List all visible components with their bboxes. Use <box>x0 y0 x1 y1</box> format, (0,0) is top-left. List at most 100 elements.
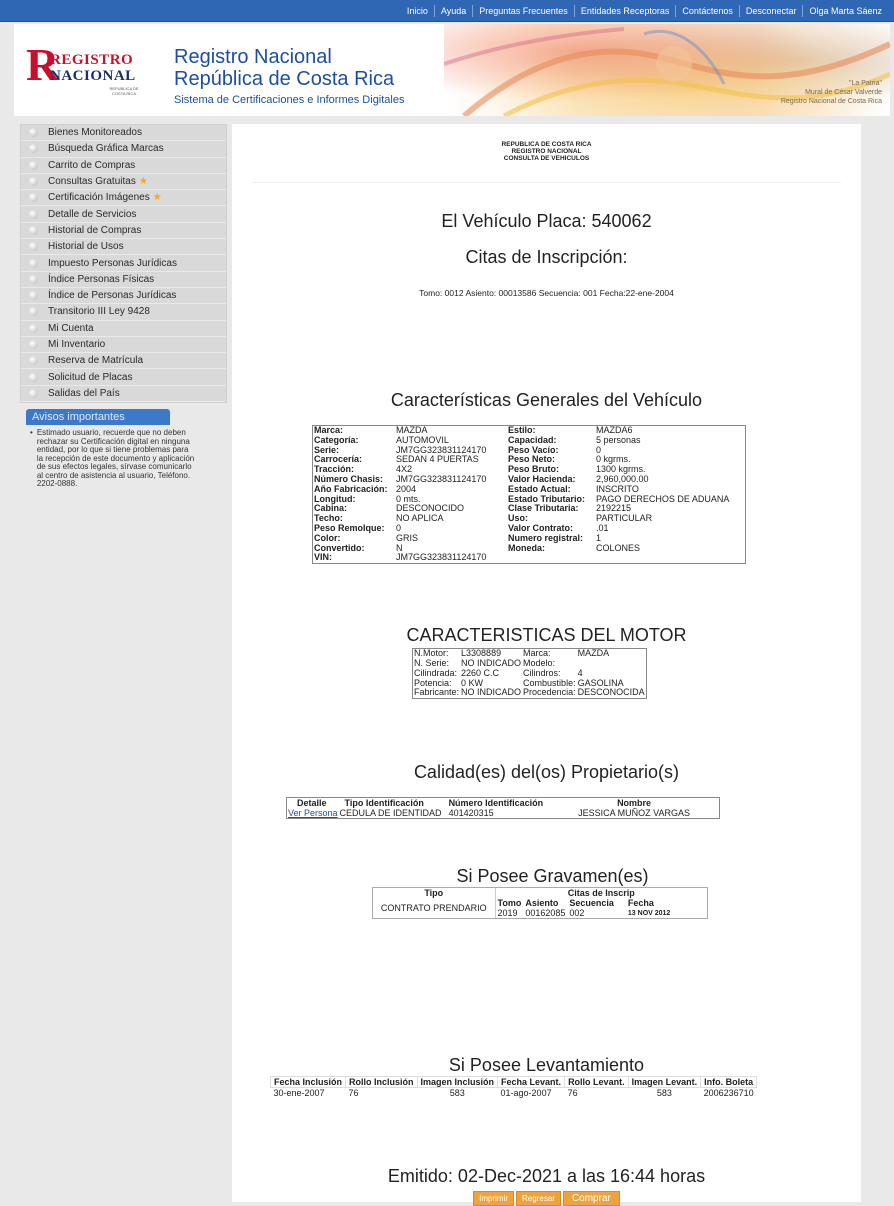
sidebar-item-14[interactable]: Reserva de Matrícula <box>21 353 226 370</box>
nav-link-1[interactable]: Ayuda <box>433 4 472 17</box>
sidebar-item-13[interactable]: Mi Inventario <box>21 337 226 354</box>
header-country: República de Costa Rica <box>174 68 395 90</box>
sidebar: Bienes Monitoreados Búsqueda Gráfica Marc… <box>20 124 227 489</box>
sidebar-item-12[interactable]: Mi Cuenta <box>21 321 226 337</box>
sidebar-item-11[interactable]: Transitorio III Ley 9428 <box>21 304 226 321</box>
table-row: 30-ene-2007 76 583 01-ago-2007 76 583 20062367… <box>273 1088 754 1099</box>
kv-row: VIN: JM7GG323831124170 <box>314 552 487 563</box>
citas-title: Citas de Inscripción: <box>465 247 628 267</box>
citas-text: Tomo: 0012 Asiento: 00013586 Secuencia: … <box>419 288 674 298</box>
sidebar-item-16[interactable]: Salidas del País <box>21 386 226 403</box>
sidebar-item-label: Certificación Imágenes <box>48 192 150 204</box>
sidebar-item-label: Historial de Usos <box>48 241 124 253</box>
avisos-body: • Estimado usuario, recuerde que no deben… <box>30 428 195 489</box>
sidebar-item-label: Solicitud de Placas <box>48 371 133 383</box>
ver-persona-link[interactable]: Ver Persona <box>288 808 338 818</box>
sidebar-menu: Bienes Monitoreados Búsqueda Gráfica Marc… <box>20 124 227 404</box>
imprimir-button[interactable]: Imprimir <box>473 1191 515 1206</box>
sidebar-item-label: Carrito de Compras <box>48 159 136 171</box>
sidebar-item-label: Índice Personas Físicas <box>48 273 155 285</box>
bullet-icon <box>29 258 38 268</box>
star-icon: ★ <box>138 176 148 188</box>
sidebar-item-label: Detalle de Servicios <box>48 208 137 220</box>
avisos-header: Avisos importantes <box>26 409 170 426</box>
registro-logo[interactable]: R REGISTRO NACIONAL REPUBLICA DE COSTA R… <box>24 40 164 97</box>
sidebar-item-15[interactable]: Solicitud de Placas <box>21 369 226 386</box>
sidebar-item-3[interactable]: Consultas Gratuitas ★ <box>21 174 226 191</box>
motor-title: CARACTERISTICAS DEL MOTOR <box>406 625 687 646</box>
action-buttons: Imprimir Regresar Comprar <box>232 1191 861 1206</box>
sidebar-item-label: Índice de Personas Jurídicas <box>48 290 177 302</box>
sidebar-item-7[interactable]: Historial de Usos <box>21 239 226 256</box>
logo-line2: NACIONAL <box>50 68 136 84</box>
nav-link-4[interactable]: Contáctenos <box>675 4 739 17</box>
bullet-icon <box>29 209 38 219</box>
bullet-icon <box>29 193 38 203</box>
bullet-icon <box>29 225 38 235</box>
bullet-icon <box>29 177 38 187</box>
sidebar-item-label: Salidas del País <box>48 387 120 399</box>
bullet-icon <box>29 160 38 170</box>
kv-row: Fabricante: NO INDICADO <box>414 687 522 698</box>
main-content: REPUBLICA DE COSTA RICA REGISTRO NACIONA… <box>232 124 861 1206</box>
sidebar-item-label: Mi Inventario <box>48 339 106 350</box>
star-icon: ★ <box>152 192 162 204</box>
bullet-icon <box>29 323 38 333</box>
bullet-icon <box>29 356 38 366</box>
sidebar-item-label: Reserva de Matrícula <box>48 355 144 367</box>
comprar-button[interactable]: Comprar <box>562 1191 620 1206</box>
sidebar-item-label: Impuesto Personas Jurídicas <box>48 257 177 269</box>
gravamen-title: Si Posee Gravamen(es) <box>456 866 649 887</box>
nav-link-2[interactable]: Preguntas Frecuentes <box>472 4 574 17</box>
sidebar-item-5[interactable]: Detalle de Servicios <box>21 206 226 223</box>
nav-link-0[interactable]: Inicio <box>401 5 434 17</box>
logo-small-text: REPUBLICA DE COSTA RICA <box>109 86 139 96</box>
nav-link-3[interactable]: Entidades Receptoras <box>573 4 676 17</box>
sidebar-item-4[interactable]: Certificación Imágenes ★ <box>21 190 226 207</box>
sidebar-item-9[interactable]: Índice Personas Físicas <box>21 272 226 288</box>
sidebar-item-10[interactable]: Índice de Personas Jurídicas <box>21 288 226 305</box>
bullet-icon <box>29 242 38 252</box>
propietarios-table: Detalle Tipo Identificación Número Ident… <box>286 797 721 820</box>
kv-row: Procedencia: DESCONOCIDA <box>523 687 645 698</box>
sidebar-item-6[interactable]: Historial de Compras <box>21 223 226 240</box>
sidebar-item-label: Consultas Gratuitas <box>48 176 136 188</box>
site-header: R REGISTRO NACIONAL REPUBLICA DE COSTA R… <box>14 24 890 116</box>
avisos-text: Estimado usuario, recuerde que no deben … <box>36 428 195 489</box>
levantamiento-title: Si Posee Levantamiento <box>448 1055 645 1076</box>
divider <box>252 182 841 183</box>
bullet-icon <box>29 340 38 349</box>
caracteristicas-table: Marca: MAZDA Categoría: AUTOMOVIL Serie: JM7G… <box>312 425 746 565</box>
top-nav: Inicio Ayuda Preguntas Frecuentes Entidades… <box>0 0 894 22</box>
bullet-icon <box>29 274 38 284</box>
bullet-icon <box>29 388 38 398</box>
nav-link-5[interactable]: Desconectar <box>738 4 803 17</box>
sidebar-item-2[interactable]: Carrito de Compras <box>21 158 226 174</box>
mural-caption: "La Patria" Mural de César Valverde Regi… <box>780 80 882 105</box>
sidebar-item-0[interactable]: Bienes Monitoreados <box>21 125 226 142</box>
propietarios-title: Calidad(es) del(os) Propietario(s) <box>413 762 680 783</box>
gravamen-table: Tipo Citas de Inscrip CONTRATO PRENDARIO… <box>372 887 708 920</box>
header-title: Registro Nacional <box>174 46 332 68</box>
emitido-text: Emitido: 02-Dec-2021 a las 16:44 horas <box>387 1166 706 1187</box>
bullet-icon <box>29 144 38 154</box>
regresar-button[interactable]: Regresar <box>516 1191 561 1206</box>
nav-link-6[interactable]: Olga Marta Sáenz <box>802 4 888 17</box>
sidebar-item-8[interactable]: Impuesto Personas Jurídicas <box>21 255 226 272</box>
sidebar-item-label: Historial de Compras <box>48 224 142 236</box>
document-heading: REPUBLICA DE COSTA RICA REGISTRO NACIONA… <box>501 141 592 162</box>
sidebar-item-label: Bienes Monitoreados <box>48 127 142 139</box>
sidebar-item-label: Búsqueda Gráfica Marcas <box>48 143 164 155</box>
mural-banner: "La Patria" Mural de César Valverde Regi… <box>444 24 890 116</box>
bullet-icon <box>29 307 38 317</box>
vehicle-title: El Vehículo Placa: 540062 <box>441 211 652 231</box>
levantamiento-table: Fecha Inclusión Rollo Inclusión Imagen Inc… <box>269 1076 758 1099</box>
header-subtitle: Sistema de Certificaciones e Informes Di… <box>174 94 405 106</box>
bullet-icon <box>29 128 38 138</box>
kv-row: Moneda: COLONES <box>508 542 641 553</box>
sidebar-item-label: Transitorio III Ley 9428 <box>48 306 150 318</box>
sidebar-item-label: Mi Cuenta <box>48 322 94 334</box>
caracteristicas-title: Características Generales del Vehículo <box>390 390 703 410</box>
sidebar-item-1[interactable]: Búsqueda Gráfica Marcas <box>21 141 226 158</box>
bullet-icon <box>29 372 38 382</box>
